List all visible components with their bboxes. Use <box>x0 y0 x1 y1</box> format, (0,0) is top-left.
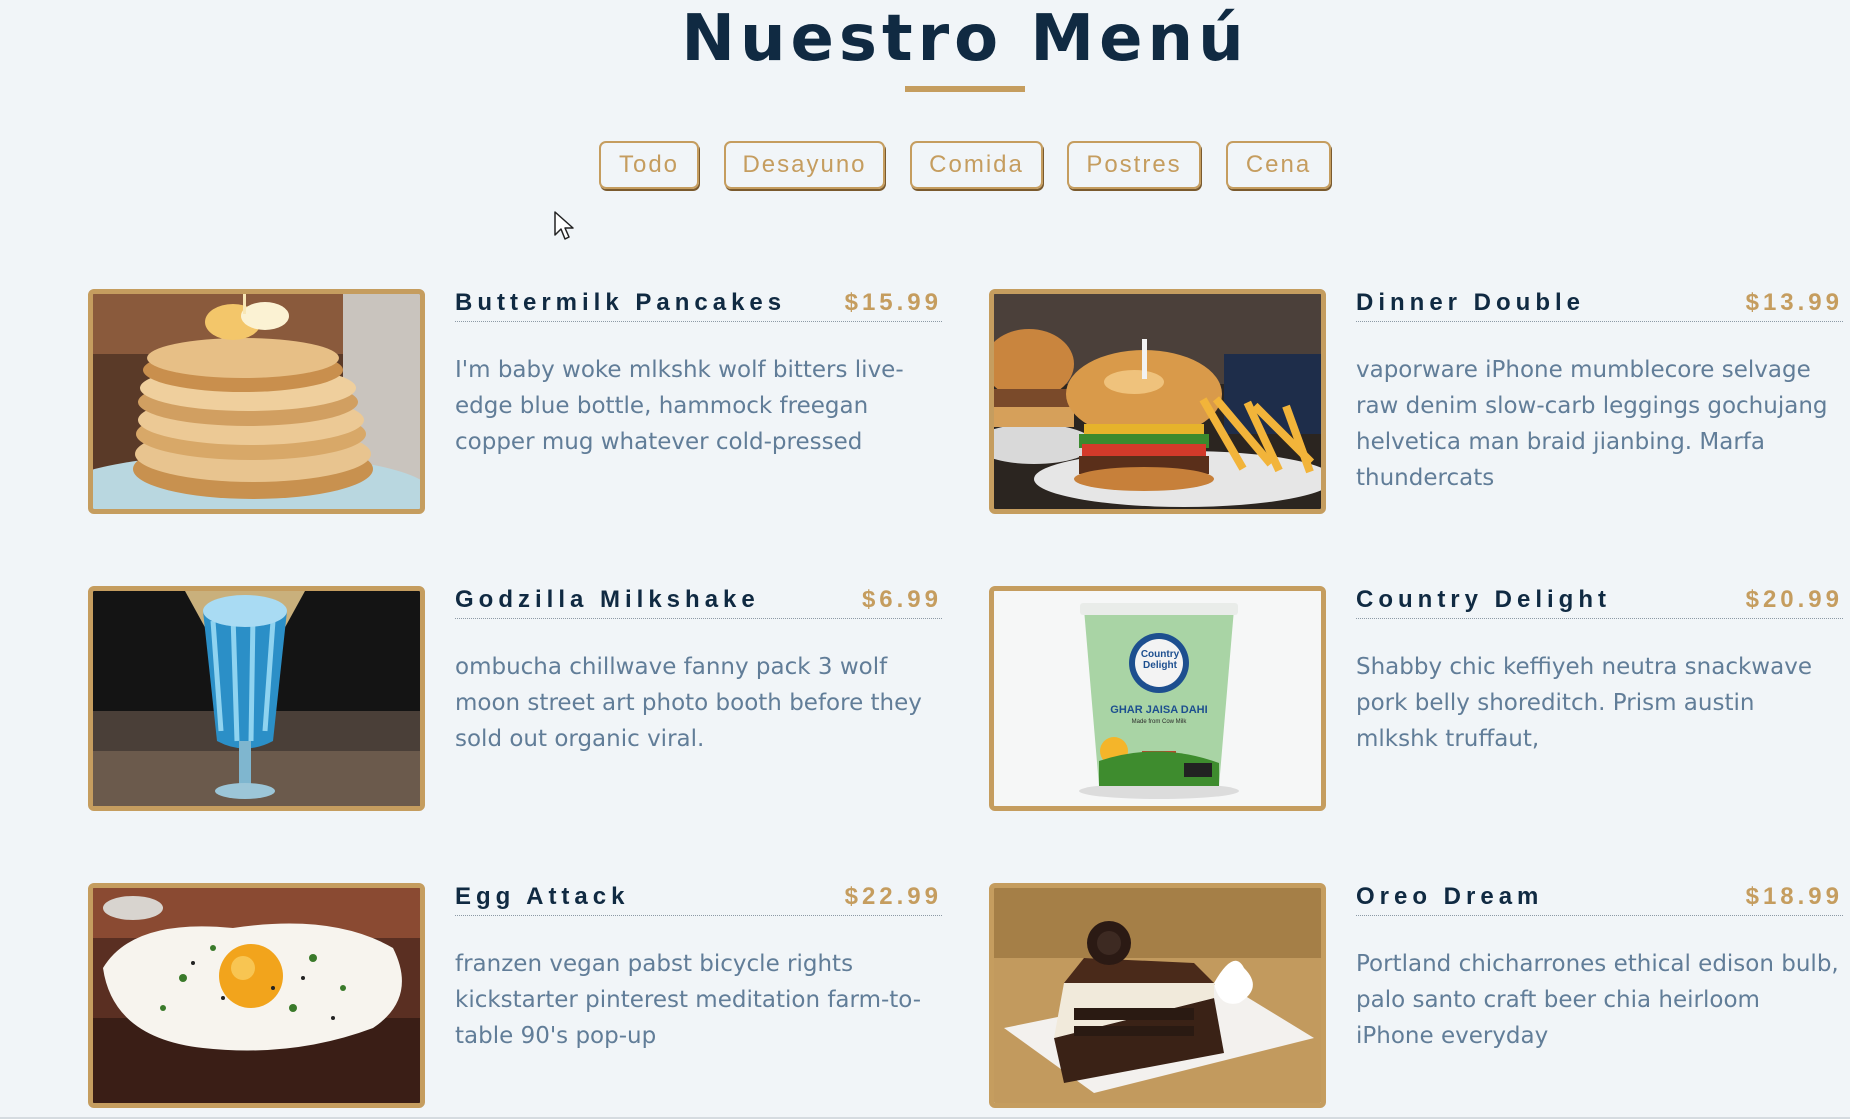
menu-item-card: Dinner Double $13.99 vaporware iPhone mu… <box>989 289 1850 514</box>
item-header: Dinner Double $13.99 <box>1356 289 1843 322</box>
item-header: Buttermilk Pancakes $15.99 <box>455 289 942 322</box>
item-info: Country Delight $20.99 Shabby chic keffi… <box>1356 586 1843 757</box>
pancakes-photo <box>88 289 425 514</box>
cup-brand-label: Country Delight <box>1140 649 1180 671</box>
item-name: Godzilla Milkshake <box>455 586 760 613</box>
category-filters: Todo Desayuno Comida Postres Cena <box>0 141 1850 193</box>
item-info: Dinner Double $13.99 vaporware iPhone mu… <box>1356 289 1843 496</box>
yogurt-cup-photo: Country Delight GHAR JAISA DAHI Made fro… <box>989 586 1326 811</box>
item-name: Dinner Double <box>1356 289 1586 316</box>
menu-item-card: Oreo Dream $18.99 Portland chicharrones … <box>989 883 1850 1108</box>
item-name: Egg Attack <box>455 883 630 910</box>
item-info: Godzilla Milkshake $6.99 ombucha chillwa… <box>455 586 942 757</box>
item-header: Godzilla Milkshake $6.99 <box>455 586 942 619</box>
menu-item-card: Godzilla Milkshake $6.99 ombucha chillwa… <box>88 586 988 811</box>
filter-desayuno-button[interactable]: Desayuno <box>724 141 885 189</box>
oreo-cheesecake-image <box>994 888 1321 1103</box>
burger-photo <box>989 289 1326 514</box>
item-price: $18.99 <box>1745 883 1843 910</box>
item-header: Oreo Dream $18.99 <box>1356 883 1843 916</box>
item-description: franzen vegan pabst bicycle rights kicks… <box>455 951 922 1049</box>
burger-image <box>994 294 1321 509</box>
item-name: Country Delight <box>1356 586 1611 613</box>
mouse-cursor-icon <box>554 211 574 240</box>
item-price: $15.99 <box>844 289 942 316</box>
menu-item-card: Egg Attack $22.99 franzen vegan pabst bi… <box>88 883 988 1108</box>
page-title: Nuestro Menú <box>681 2 1249 76</box>
cup-subtext: Made from Cow Milk <box>1131 719 1187 725</box>
item-info: Egg Attack $22.99 franzen vegan pabst bi… <box>455 883 942 1054</box>
milkshake-image <box>93 591 420 806</box>
item-description: I'm baby woke mlkshk wolf bitters live-e… <box>455 357 904 455</box>
item-header: Country Delight $20.99 <box>1356 586 1843 619</box>
item-price: $22.99 <box>844 883 942 910</box>
item-description: ombucha chillwave fanny pack 3 wolf moon… <box>455 654 922 752</box>
item-name: Buttermilk Pancakes <box>455 289 787 316</box>
menu-page: Nuestro Menú Todo Desayuno Comida Postre… <box>0 0 1850 1119</box>
oreo-cheesecake-photo <box>989 883 1326 1108</box>
item-price: $6.99 <box>861 586 942 613</box>
item-description: Shabby chic keffiyeh neutra snackwave po… <box>1356 654 1812 752</box>
fried-egg-image <box>93 888 420 1103</box>
filter-todo-button[interactable]: Todo <box>599 141 699 189</box>
pancakes-image <box>93 294 420 509</box>
item-description: Portland chicharrones ethical edison bul… <box>1356 951 1839 1049</box>
item-price: $20.99 <box>1745 586 1843 613</box>
title-underline <box>905 86 1025 92</box>
menu-item-card: Country Delight GHAR JAISA DAHI Made fro… <box>989 586 1850 811</box>
filter-comida-button[interactable]: Comida <box>910 141 1043 189</box>
yogurt-cup-image <box>994 591 1321 806</box>
filter-postres-button[interactable]: Postres <box>1067 141 1201 189</box>
cup-tagline: GHAR JAISA DAHI <box>1110 704 1208 716</box>
menu-item-card: Buttermilk Pancakes $15.99 I'm baby woke… <box>88 289 988 514</box>
item-info: Oreo Dream $18.99 Portland chicharrones … <box>1356 883 1843 1054</box>
item-price: $13.99 <box>1745 289 1843 316</box>
filter-cena-button[interactable]: Cena <box>1226 141 1331 189</box>
milkshake-photo <box>88 586 425 811</box>
item-header: Egg Attack $22.99 <box>455 883 942 916</box>
item-info: Buttermilk Pancakes $15.99 I'm baby woke… <box>455 289 942 460</box>
item-name: Oreo Dream <box>1356 883 1544 910</box>
fried-egg-toast-photo <box>88 883 425 1108</box>
item-description: vaporware iPhone mumblecore selvage raw … <box>1356 357 1828 491</box>
